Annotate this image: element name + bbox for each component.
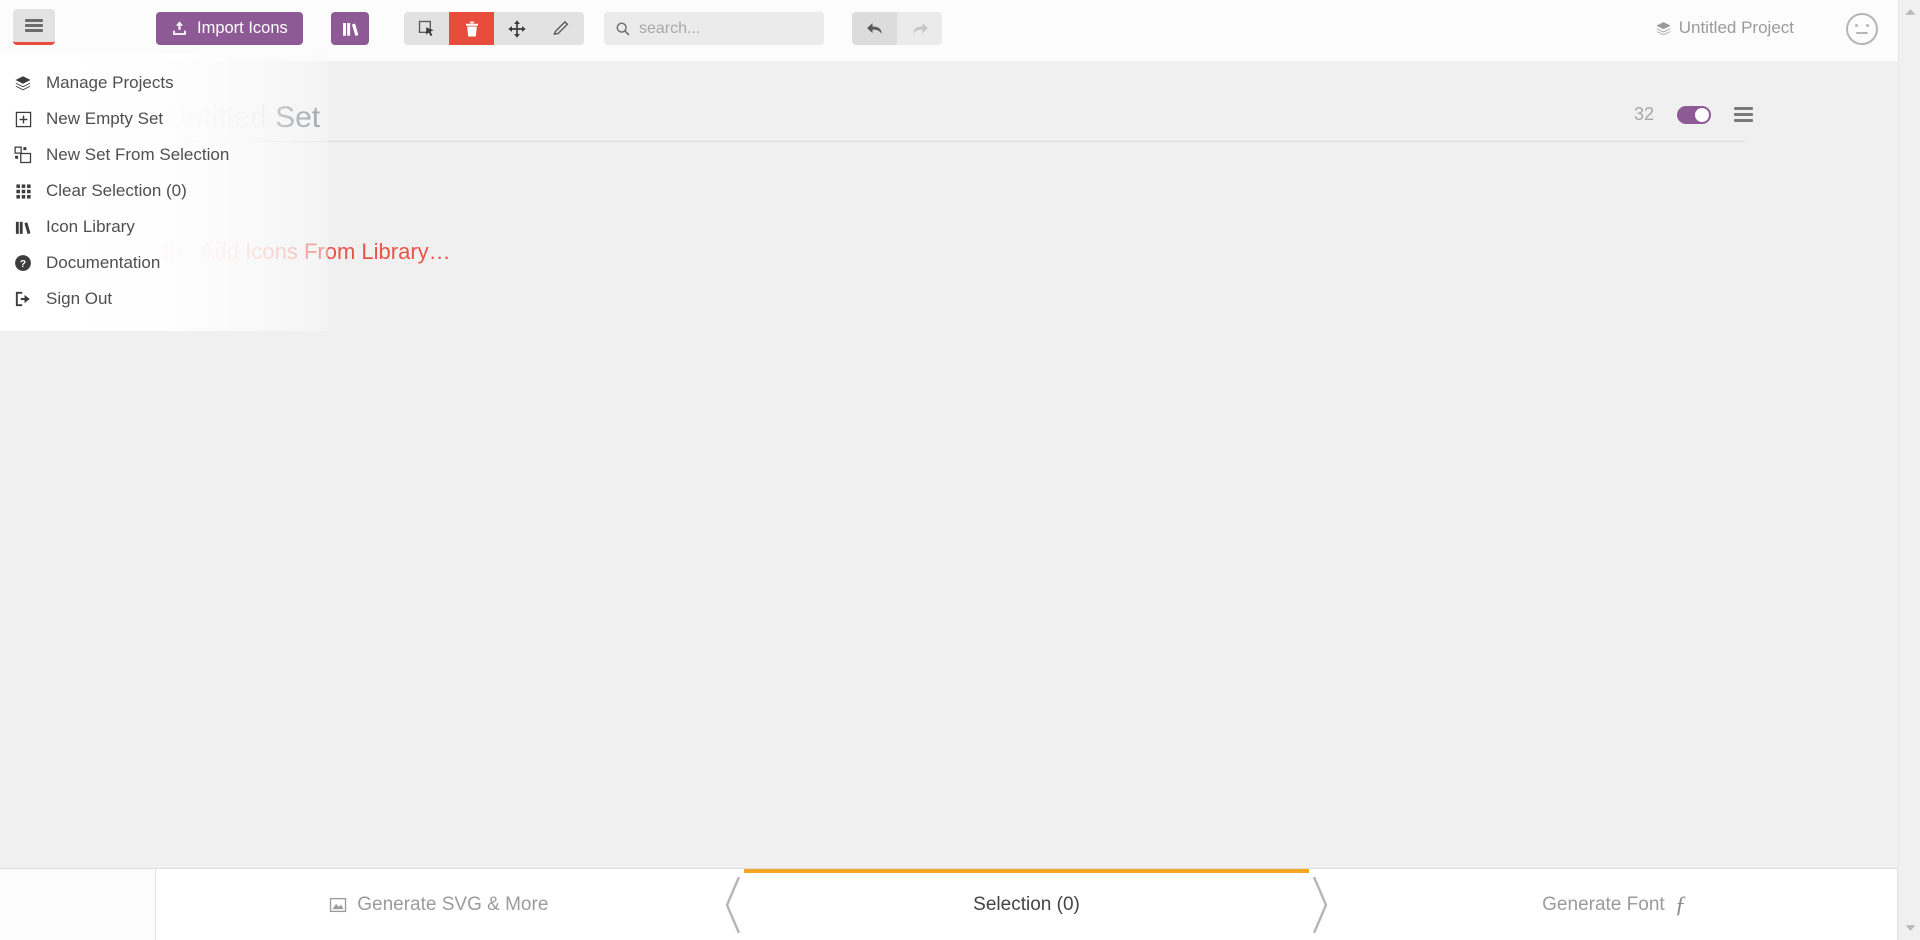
history-group xyxy=(852,12,942,45)
tool-group xyxy=(404,12,584,45)
undo-button[interactable] xyxy=(852,12,897,45)
menu-item-label: Icon Library xyxy=(46,217,135,236)
bottom-bar-spacer xyxy=(0,869,156,940)
menu-item-sign-out[interactable]: Sign Out xyxy=(0,281,328,317)
avatar-eye-left xyxy=(1855,24,1858,27)
tab-label: Generate Font xyxy=(1542,893,1665,915)
edit-tool-button[interactable] xyxy=(539,12,584,45)
avatar[interactable] xyxy=(1846,13,1878,45)
hamburger-icon xyxy=(25,17,43,34)
project-selector[interactable]: Untitled Project xyxy=(1655,18,1794,38)
project-name-label: Untitled Project xyxy=(1678,18,1794,37)
set-divider xyxy=(165,141,1745,142)
menu-item-label: New Set From Selection xyxy=(46,145,230,164)
pencil-icon xyxy=(553,20,569,35)
grid-dots-icon xyxy=(13,183,33,200)
tab-label: Selection (0) xyxy=(973,893,1080,915)
avatar-mouth xyxy=(1856,32,1868,34)
avatar-eye-right xyxy=(1866,24,1869,27)
toggle-knob xyxy=(1695,107,1709,122)
app-root: Import Icons search... Untitled Project … xyxy=(0,0,1920,940)
menu-item-label: Documentation xyxy=(46,253,161,272)
undo-arrow-icon xyxy=(866,22,882,34)
set-title[interactable]: Untitled Set xyxy=(165,101,1876,135)
search-input[interactable] xyxy=(639,19,809,38)
books-icon xyxy=(13,219,33,236)
search-icon xyxy=(616,22,630,36)
tab-selection[interactable]: Selection (0) xyxy=(743,869,1310,940)
script-f-icon: ƒ xyxy=(1674,891,1687,917)
books-icon xyxy=(342,22,358,36)
tab-generate-svg[interactable]: Generate SVG & More xyxy=(156,869,722,940)
question-circle-icon: ? xyxy=(13,254,33,272)
move-tool-button[interactable] xyxy=(494,12,539,45)
set-icon-count: 32 xyxy=(1633,104,1654,124)
menu-item-label: Manage Projects xyxy=(46,73,174,92)
layers-icon xyxy=(1656,21,1671,35)
main-menu-button[interactable] xyxy=(13,9,55,45)
plus-square-icon xyxy=(13,111,33,128)
tab-divider-left-chevron xyxy=(721,869,744,940)
redo-arrow-icon xyxy=(912,22,928,34)
icon-library-button[interactable] xyxy=(331,12,369,45)
tab-label: Generate SVG & More xyxy=(357,893,549,915)
cursor-select-icon xyxy=(418,20,434,36)
move-arrows-icon xyxy=(507,19,526,38)
menu-item-manage-projects[interactable]: Manage Projects xyxy=(0,65,328,101)
menu-item-new-set-from-selection[interactable]: New Set From Selection xyxy=(0,137,328,173)
select-tool-button[interactable] xyxy=(404,12,449,45)
menu-item-icon-library[interactable]: Icon Library xyxy=(0,209,328,245)
top-toolbar: Import Icons search... Untitled Project xyxy=(0,0,1920,61)
set-header: Untitled Set xyxy=(165,101,1876,151)
scroll-down-arrow-icon[interactable] xyxy=(1899,918,1920,938)
menu-item-label: New Empty Set xyxy=(46,109,164,128)
menu-item-label: Clear Selection (0) xyxy=(46,181,187,200)
layers-icon xyxy=(13,74,33,92)
import-icons-button[interactable]: Import Icons xyxy=(156,12,303,45)
copy-blocks-icon xyxy=(13,146,33,164)
menu-item-documentation[interactable]: ? Documentation xyxy=(0,245,328,281)
vertical-scrollbar[interactable] xyxy=(1898,0,1920,940)
set-menu-button[interactable] xyxy=(1734,104,1753,125)
tab-divider-right-chevron xyxy=(1309,869,1332,940)
main-dropdown-menu: Manage Projects New Empty Set New Set Fr… xyxy=(0,53,328,331)
import-icons-label: Import Icons xyxy=(197,19,288,37)
trash-icon xyxy=(465,21,478,36)
search-box[interactable] xyxy=(604,12,824,45)
upload-icon xyxy=(173,21,186,35)
tab-generate-font[interactable]: Generate Font ƒ xyxy=(1331,869,1898,940)
redo-button[interactable] xyxy=(897,12,942,45)
set-visibility-toggle[interactable] xyxy=(1677,105,1711,124)
menu-item-label: Sign Out xyxy=(46,289,113,308)
image-icon xyxy=(330,897,347,912)
delete-tool-button[interactable] xyxy=(449,12,494,45)
bottom-bar: Generate SVG & More Selection (0) Genera… xyxy=(0,868,1899,940)
svg-text:?: ? xyxy=(20,258,26,270)
menu-item-new-empty-set[interactable]: New Empty Set xyxy=(0,101,328,137)
set-controls: 32 xyxy=(1634,104,1753,125)
sign-out-icon xyxy=(13,290,33,308)
scroll-up-arrow-icon[interactable] xyxy=(1899,2,1920,22)
menu-item-clear-selection[interactable]: Clear Selection (0) xyxy=(0,173,328,209)
